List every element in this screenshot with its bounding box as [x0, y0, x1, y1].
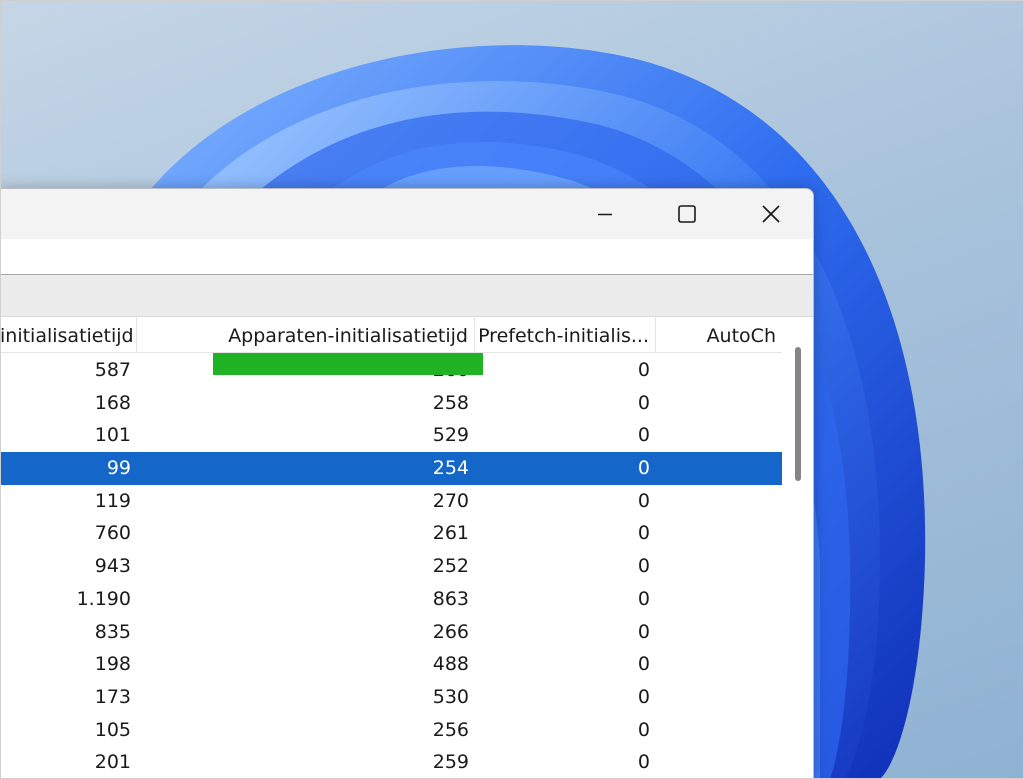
- table-cell: 0: [637, 424, 650, 447]
- table-cell: 0: [637, 359, 650, 381]
- maximize-button[interactable]: [645, 189, 729, 239]
- table-cell: 0: [637, 653, 650, 676]
- table-cell: [656, 550, 782, 583]
- table-cell: 119: [94, 489, 131, 512]
- column-header[interactable]: Apparaten-initialisatietijd: [137, 317, 475, 353]
- table-cell: [656, 517, 782, 550]
- table-cell: 0: [637, 457, 650, 480]
- table-cell: 0: [637, 587, 650, 610]
- table-cell: 99: [106, 457, 131, 480]
- table-cell: [656, 419, 782, 452]
- minimize-icon: [598, 213, 612, 216]
- table-row-selected[interactable]: 99 254 0: [0, 452, 782, 485]
- table-cell: 266: [432, 620, 469, 643]
- table-cell: 258: [432, 391, 469, 414]
- table-cell: 529: [432, 424, 469, 447]
- table-cell: [656, 714, 782, 747]
- table-cell: [656, 452, 782, 485]
- table-cell: [656, 648, 782, 681]
- table-cell: 587: [94, 359, 131, 381]
- scrollbar-thumb[interactable]: [795, 347, 801, 481]
- table-row[interactable]: 173 530 0: [0, 681, 782, 714]
- table-cell: [656, 583, 782, 616]
- table-cell: [656, 746, 782, 778]
- table-cell: [656, 387, 782, 420]
- table-row[interactable]: 760 261 0: [0, 517, 782, 550]
- table-cell: 198: [94, 653, 131, 676]
- table-cell: 105: [94, 718, 131, 741]
- table-cell: 1.190: [76, 587, 131, 610]
- close-button[interactable]: [729, 189, 813, 239]
- highlight-marker-annotation: [213, 353, 483, 375]
- table-row[interactable]: 119 270 0: [0, 485, 782, 518]
- table-cell: [656, 616, 782, 649]
- table-cell: [656, 485, 782, 518]
- column-header[interactable]: Prefetch-initialis...: [475, 317, 656, 353]
- table-cell: 0: [637, 555, 650, 578]
- table-row[interactable]: 835 266 0: [0, 616, 782, 649]
- table-row[interactable]: 101 529 0: [0, 419, 782, 452]
- table-cell: [656, 354, 782, 387]
- table-cell: 0: [637, 522, 650, 545]
- table-cell: 101: [94, 424, 131, 447]
- table-cell: 0: [637, 718, 650, 741]
- table-cell: 0: [637, 620, 650, 643]
- table-cell: 173: [94, 685, 131, 708]
- table-cell: 252: [432, 555, 469, 578]
- table-row[interactable]: 1.190 863 0: [0, 583, 782, 616]
- results-list-view: initialisatietijd Apparaten-initialisati…: [0, 317, 813, 778]
- table-row[interactable]: 198 488 0: [0, 648, 782, 681]
- vertical-scrollbar[interactable]: [782, 317, 813, 778]
- table-row[interactable]: 168 258 0: [0, 387, 782, 420]
- table-cell: 261: [432, 522, 469, 545]
- table-cell: 488: [432, 653, 469, 676]
- table-row[interactable]: 201 259 0: [0, 746, 782, 778]
- table-cell: 863: [432, 587, 469, 610]
- table-cell: 0: [637, 391, 650, 414]
- table-cell: 530: [432, 685, 469, 708]
- minimize-button[interactable]: [563, 189, 647, 239]
- table-cell: 259: [432, 751, 469, 774]
- table-cell: 943: [94, 555, 131, 578]
- column-header[interactable]: AutoCh: [656, 317, 782, 353]
- column-headers: initialisatietijd Apparaten-initialisati…: [0, 317, 782, 353]
- app-window: initialisatietijd Apparaten-initialisati…: [0, 188, 814, 779]
- toolbar: [0, 275, 813, 317]
- table-rows: 587 260 0 168 258 0 101 529 0 99 254 0: [0, 354, 782, 778]
- table-cell: 270: [432, 489, 469, 512]
- column-header[interactable]: initialisatietijd: [0, 317, 137, 353]
- table-cell: 256: [432, 718, 469, 741]
- table-cell: [656, 681, 782, 714]
- title-bar: [0, 189, 813, 239]
- table-cell: 0: [637, 751, 650, 774]
- table-cell: 201: [94, 751, 131, 774]
- table-cell: 254: [432, 457, 469, 480]
- table-row[interactable]: 943 252 0: [0, 550, 782, 583]
- maximize-icon: [678, 205, 696, 223]
- close-icon: [762, 205, 780, 223]
- table-cell: 760: [94, 522, 131, 545]
- table-cell: 168: [94, 391, 131, 414]
- table-cell: 0: [637, 489, 650, 512]
- table-cell: 0: [637, 685, 650, 708]
- table-cell: 835: [94, 620, 131, 643]
- menu-bar: [0, 239, 813, 275]
- table-row[interactable]: 105 256 0: [0, 714, 782, 747]
